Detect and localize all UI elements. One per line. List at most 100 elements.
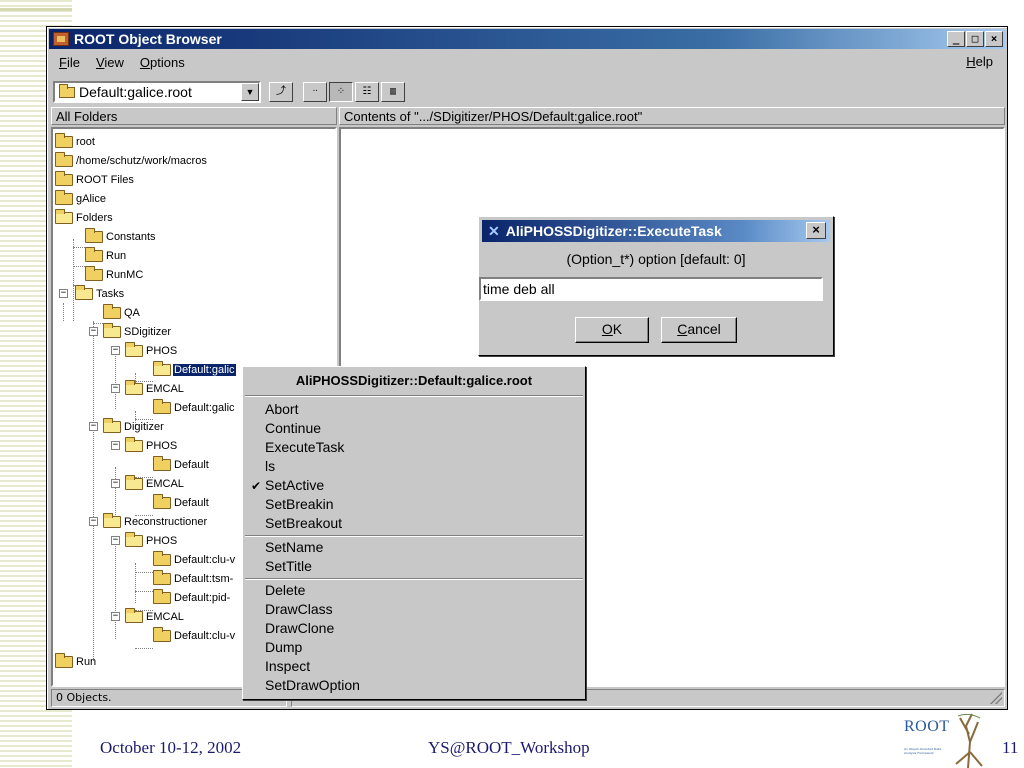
tree-item-default-tsm[interactable]: Default:tsm- (153, 570, 234, 588)
tree-line (135, 563, 136, 603)
folder-open-icon (103, 323, 121, 338)
menu-separator (245, 535, 583, 537)
folder-open-icon (75, 285, 93, 300)
tree-item-digitizer[interactable]: Digitizer (103, 418, 165, 436)
tree-item-digitizer-phos-default[interactable]: Default (153, 456, 210, 474)
folder-icon (153, 399, 171, 414)
menu-item-setbreakin[interactable]: SetBreakin (265, 496, 333, 512)
tree-item-default-galic[interactable]: Default:galic (153, 399, 236, 417)
folder-icon (55, 653, 73, 668)
menu-item-drawclass[interactable]: DrawClass (265, 601, 333, 617)
tree-item-root[interactable]: root (55, 133, 96, 151)
large-icons-button[interactable]: ᐧᐧ (303, 82, 327, 102)
resize-grip-icon[interactable] (990, 692, 1002, 704)
menu-item-delete[interactable]: Delete (265, 582, 305, 598)
tree-item-default-pid[interactable]: Default:pid- (153, 589, 231, 607)
collapse-digitizer-emcal-expander[interactable]: − (111, 479, 120, 488)
dialog-close-button[interactable]: × (806, 222, 826, 239)
collapse-emcal-expander[interactable]: − (111, 384, 120, 393)
menu-file[interactable]: File (53, 55, 86, 70)
collapse-reco-phos-expander[interactable]: − (111, 536, 120, 545)
folder-open-icon (153, 361, 171, 376)
tree-item-galice[interactable]: gAlice (55, 190, 107, 208)
collapse-sdigitizer-expander[interactable]: − (89, 327, 98, 336)
maximize-button[interactable]: □ (966, 31, 984, 47)
dialog-titlebar[interactable]: ✕ AliPHOSSDigitizer::ExecuteTask × (482, 220, 830, 242)
tree-item-sdigitizer[interactable]: SDigitizer (103, 323, 172, 341)
menu-item-continue[interactable]: Continue (265, 420, 321, 436)
folder-icon (153, 627, 171, 642)
folder-open-icon (125, 380, 143, 395)
collapse-phos-expander[interactable]: − (111, 346, 120, 355)
menu-item-drawclone[interactable]: DrawClone (265, 620, 334, 636)
menu-item-inspect[interactable]: Inspect (265, 658, 310, 674)
tree-item-run[interactable]: Run (85, 247, 127, 265)
cancel-button[interactable]: Cancel (661, 317, 737, 343)
tree-item-runmc[interactable]: RunMC (85, 266, 144, 284)
checkmark-icon: ✔ (251, 479, 262, 493)
folder-open-icon (125, 532, 143, 547)
folder-open-icon (125, 475, 143, 490)
menu-item-executetask[interactable]: ExecuteTask (265, 439, 344, 455)
menu-item-setactive[interactable]: SetActive (265, 477, 324, 493)
menu-help[interactable]: Help (960, 54, 999, 69)
tree-item-reco-emcal[interactable]: EMCAL (125, 608, 185, 626)
tree-item-phos[interactable]: PHOS (125, 342, 178, 360)
tree-item-default-clu[interactable]: Default:clu-v (153, 551, 236, 569)
tree-item-qa[interactable]: QA (103, 304, 141, 322)
tree-item-default-galice-selected[interactable]: Default:galic (153, 361, 236, 379)
menu-view[interactable]: View (90, 55, 130, 70)
tree-item-digitizer-phos[interactable]: PHOS (125, 437, 178, 455)
menu-item-dump[interactable]: Dump (265, 639, 302, 655)
dialog-prompt: (Option_t*) option [default: 0] (566, 251, 746, 267)
tree-item-tasks[interactable]: Tasks (75, 285, 125, 303)
folder-icon (85, 228, 103, 243)
tree-item-default-clu-emcal[interactable]: Default:clu-v (153, 627, 236, 645)
list-view-button[interactable]: ☷ (355, 82, 379, 102)
tree-item-folders[interactable]: Folders (55, 209, 114, 227)
menu-item-ls[interactable]: ls (265, 458, 275, 474)
tree-item-macros[interactable]: /home/schutz/work/macros (55, 152, 208, 170)
folder-icon (153, 551, 171, 566)
ok-button[interactable]: OK (575, 317, 649, 343)
location-combo[interactable]: Default:galice.root ▼ (53, 81, 261, 103)
tree-item-reco-phos[interactable]: PHOS (125, 532, 178, 550)
option-input[interactable]: time deb all (479, 277, 823, 301)
folder-icon (153, 589, 171, 604)
folder-up-button[interactable]: ⤴ (269, 82, 293, 102)
window-titlebar[interactable]: ROOT Object Browser _ □ × (49, 29, 1005, 49)
minimize-button[interactable]: _ (947, 31, 965, 47)
menubar: File View Options Help (49, 51, 1005, 73)
small-icons-button[interactable]: ⁘ (329, 82, 353, 102)
tree-item-emcal[interactable]: EMCAL (125, 380, 185, 398)
tree-item-digitizer-emcal[interactable]: EMCAL (125, 475, 185, 493)
menu-item-settitle[interactable]: SetTitle (265, 558, 312, 574)
collapse-reconstructioner-expander[interactable]: − (89, 517, 98, 526)
tree-item-constants[interactable]: Constants (85, 228, 157, 246)
slide-page-number: 11 (1002, 738, 1019, 757)
collapse-digitizer-expander[interactable]: − (89, 422, 98, 431)
collapse-tasks-expander[interactable]: − (59, 289, 68, 298)
menu-item-setbreakout[interactable]: SetBreakout (265, 515, 342, 531)
tree-line (115, 543, 116, 639)
tree-line (115, 353, 116, 409)
tree-line (63, 303, 64, 321)
menu-item-setname[interactable]: SetName (265, 539, 323, 555)
chevron-down-icon[interactable]: ▼ (241, 83, 259, 101)
menu-separator (245, 395, 583, 397)
menu-options[interactable]: Options (134, 55, 191, 70)
tree-item-run-bottom[interactable]: Run (55, 653, 97, 671)
collapse-digitizer-phos-expander[interactable]: − (111, 441, 120, 450)
folder-open-icon (103, 513, 121, 528)
details-view-button[interactable]: ▥ (381, 82, 405, 102)
collapse-reco-emcal-expander[interactable]: − (111, 612, 120, 621)
menu-item-abort[interactable]: Abort (265, 401, 298, 417)
folder-open-icon (59, 83, 75, 98)
tree-item-digitizer-emcal-default[interactable]: Default (153, 494, 210, 512)
tree-item-root-files[interactable]: ROOT Files (55, 171, 135, 189)
close-button[interactable]: × (985, 31, 1003, 47)
folder-open-icon (103, 418, 121, 433)
menu-item-setdrawoption[interactable]: SetDrawOption (265, 677, 360, 693)
execute-task-dialog: ✕ AliPHOSSDigitizer::ExecuteTask × (Opti… (478, 216, 834, 356)
tree-item-reconstructioner[interactable]: Reconstructioner (103, 513, 208, 531)
